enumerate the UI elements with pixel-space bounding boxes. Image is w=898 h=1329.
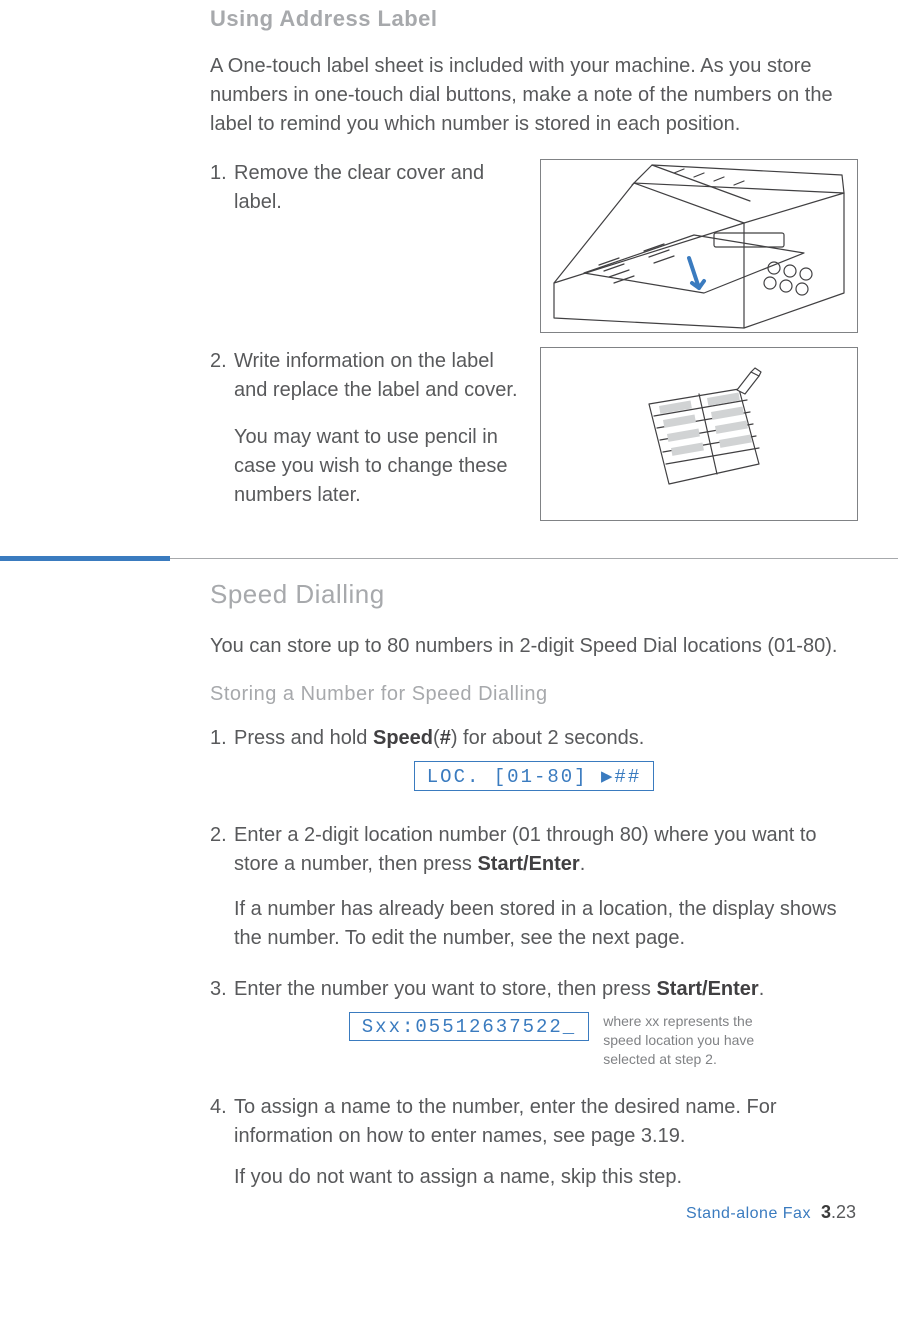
page-footer: Stand-alone Fax 3.23 <box>210 1202 858 1223</box>
t: ) for about 2 seconds. <box>451 727 644 749</box>
t: Press and hold <box>234 727 373 749</box>
section-divider <box>0 556 898 561</box>
figure-label-sheet <box>540 347 858 521</box>
step-number: 1. <box>210 724 234 753</box>
intro-paragraph: A One-touch label sheet is included with… <box>210 52 858 139</box>
footer-page-number: 3.23 <box>821 1202 856 1223</box>
step-2-extra: You may want to use pencil in case you w… <box>234 423 522 510</box>
speed-step-3: 3. Enter the number you want to store, t… <box>210 975 858 1004</box>
key-start-enter: Start/Enter <box>656 978 758 1000</box>
figure-fax-machine <box>540 159 858 333</box>
speed-step-2-extra: If a number has already been stored in a… <box>234 895 858 953</box>
step-1: 1. Remove the clear cover and label. <box>210 159 522 217</box>
speed-step-1: 1. Press and hold Speed(#) for about 2 s… <box>210 724 858 753</box>
step-text: Write information on the label and repla… <box>234 347 522 405</box>
speed-step-4: 4. To assign a name to the number, enter… <box>210 1093 858 1151</box>
t: Enter the number you want to store, then… <box>234 978 656 1000</box>
step-number: 4. <box>210 1093 234 1151</box>
step-2: 2. Write information on the label and re… <box>210 347 522 405</box>
heading-speed-dialling: Speed Dialling <box>210 579 858 610</box>
key-hash: # <box>440 727 451 749</box>
step-number: 1. <box>210 159 234 217</box>
speed-step-2: 2. Enter a 2-digit location number (01 t… <box>210 821 858 879</box>
lcd-display-2: Sxx:05512637522_ <box>349 1012 589 1041</box>
step-text: Enter a 2-digit location number (01 thro… <box>234 821 858 879</box>
t: . <box>759 978 765 1000</box>
heading-using-address-label: Using Address Label <box>210 6 858 32</box>
step-number: 2. <box>210 347 234 405</box>
lcd-display-1: LOC. [01-80] ▶## <box>414 761 654 791</box>
step-number: 3. <box>210 975 234 1004</box>
speed-intro: You can store up to 80 numbers in 2-digi… <box>210 632 858 661</box>
step-number: 2. <box>210 821 234 879</box>
footer-section-label: Stand-alone Fax <box>686 1205 811 1223</box>
key-start-enter: Start/Enter <box>477 853 579 875</box>
step-text: Press and hold Speed(#) for about 2 seco… <box>234 724 858 753</box>
lcd-2-note: where xx represents the speed location y… <box>603 1012 793 1069</box>
speed-step-4-extra: If you do not want to assign a name, ski… <box>234 1163 858 1192</box>
t: . <box>580 853 586 875</box>
step-text: Remove the clear cover and label. <box>234 159 522 217</box>
key-speed: Speed <box>373 727 433 749</box>
t: ( <box>433 727 440 749</box>
footer-page-rest: .23 <box>831 1202 856 1222</box>
footer-chapter: 3 <box>821 1202 831 1222</box>
step-text: To assign a name to the number, enter th… <box>234 1093 858 1151</box>
subheading-storing: Storing a Number for Speed Dialling <box>210 683 858 706</box>
step-text: Enter the number you want to store, then… <box>234 975 858 1004</box>
